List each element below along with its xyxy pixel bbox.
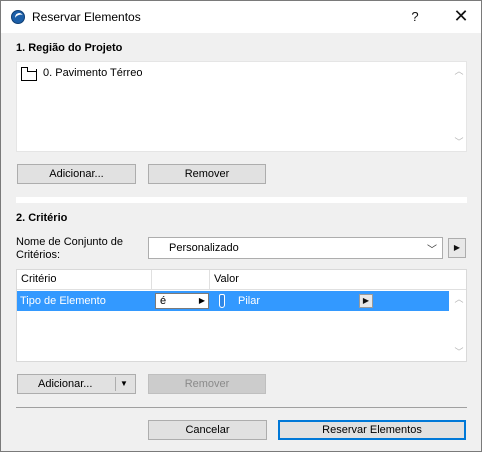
floor-plan-icon: [21, 67, 37, 81]
add-region-button[interactable]: Adicionar...: [17, 164, 136, 184]
criteria-set-value: Personalizado: [169, 242, 239, 254]
column-header-criterion[interactable]: Critério: [17, 270, 152, 290]
scroll-up-icon[interactable]: ︿: [454, 66, 464, 76]
triangle-right-icon: ▶: [198, 296, 205, 305]
help-button[interactable]: ?: [399, 1, 431, 33]
chevron-down-icon: ﹀: [427, 245, 437, 256]
dropdown-arrow-icon[interactable]: ▼: [120, 375, 128, 393]
scroll-up-icon[interactable]: ︿: [454, 294, 464, 304]
list-item-label: 0. Pavimento Térreo: [43, 67, 143, 79]
criteria-set-label-line1: Nome de Conjunto de: [16, 236, 124, 248]
section-criteria-label: 2. Critério: [16, 212, 68, 224]
remove-region-button[interactable]: Remover: [148, 164, 266, 184]
list-item[interactable]: 0. Pavimento Térreo: [17, 62, 457, 84]
section-divider: [16, 197, 467, 203]
operator-selector[interactable]: é ▶: [155, 293, 209, 309]
footer-divider: [16, 407, 467, 408]
project-region-list[interactable]: 0. Pavimento Térreo ︿ ﹀: [16, 61, 467, 152]
add-criterion-label: Adicionar...: [38, 378, 93, 390]
criteria-set-menu-button[interactable]: ▶: [448, 238, 466, 258]
remove-criterion-button[interactable]: Remover: [148, 374, 266, 394]
reserve-elements-button[interactable]: Reservar Elementos: [278, 420, 466, 440]
column-header-value[interactable]: Valor: [210, 270, 466, 290]
operator-value: é: [160, 295, 167, 307]
criteria-grid: Critério Valor Tipo de Elemento é ▶ Pila…: [16, 269, 467, 362]
row-criterion: Tipo de Elemento: [20, 295, 106, 307]
section-project-region-label: 1. Região do Projeto: [16, 42, 123, 54]
add-criterion-button[interactable]: Adicionar... ▼: [17, 374, 136, 394]
criteria-set-select[interactable]: Personalizado ﹀: [148, 237, 443, 259]
close-button[interactable]: ✕: [445, 1, 477, 33]
criteria-grid-header: Critério Valor: [17, 270, 466, 290]
reserve-elements-dialog: Reservar Elementos ? ✕ 1. Região do Proj…: [0, 0, 482, 452]
scroll-down-icon[interactable]: ﹀: [454, 347, 464, 357]
window-title: Reservar Elementos: [32, 10, 141, 24]
title-bar: Reservar Elementos ? ✕: [1, 1, 481, 33]
column-header-operator[interactable]: [152, 270, 210, 290]
table-row[interactable]: Tipo de Elemento é ▶ Pilar ▶: [17, 291, 449, 311]
row-value: Pilar: [238, 295, 261, 307]
column-element-icon: [219, 294, 225, 308]
app-logo-icon: [11, 10, 25, 24]
criteria-set-label: Nome de Conjunto de Critérios:: [16, 236, 141, 262]
scroll-down-icon[interactable]: ﹀: [454, 137, 464, 147]
criteria-set-label-line2: Critérios:: [16, 249, 61, 261]
cancel-button[interactable]: Cancelar: [148, 420, 267, 440]
value-menu-button[interactable]: ▶: [359, 294, 373, 308]
